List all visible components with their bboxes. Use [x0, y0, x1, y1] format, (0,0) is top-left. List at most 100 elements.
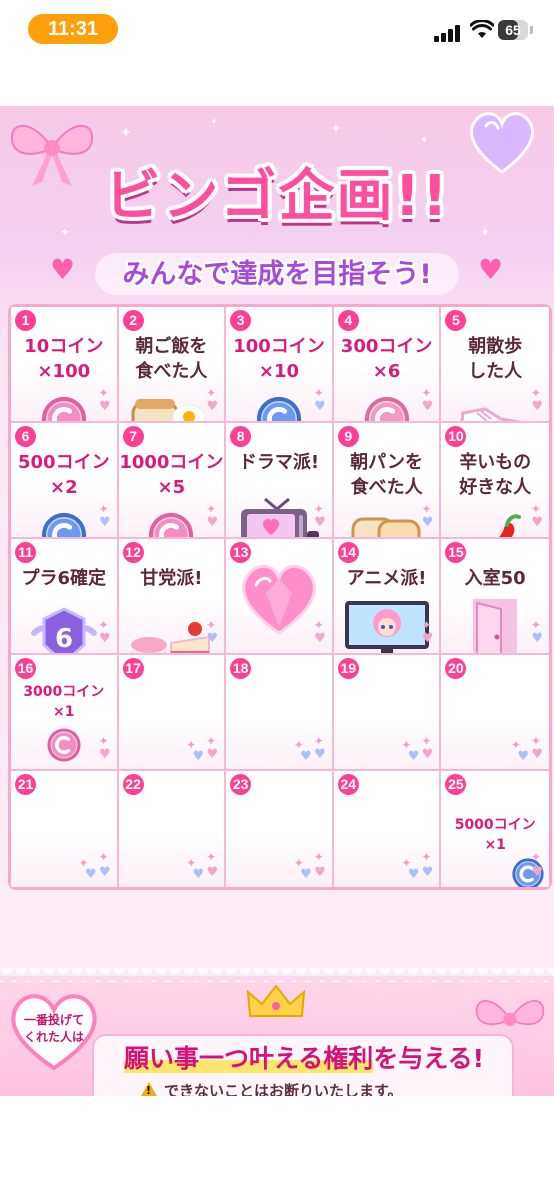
bingo-cell-11: 11 プラ6確定 6 ✦ ♥	[11, 539, 119, 655]
sparkle-icon: ✦	[313, 734, 324, 748]
cellular-signal-icon	[434, 24, 464, 42]
cell-number: 8	[230, 426, 252, 447]
heart-icon: ♥	[421, 399, 434, 414]
cell-text: 甘党派!	[140, 568, 203, 589]
cell-text: 300コイン ×6	[340, 336, 433, 382]
bingo-cell-14: 14 アニメ派! ✦ ♥	[333, 539, 442, 655]
cell-text: 朝散歩 した人	[468, 336, 523, 382]
sparkle-icon: ✦	[313, 850, 324, 864]
heart-icon: ♥	[421, 865, 434, 880]
cell-number: 13	[230, 542, 252, 563]
heart-icon: ♥	[531, 747, 543, 762]
heart-icon: ♥	[98, 631, 111, 646]
cell-number: 19	[337, 658, 359, 679]
cell-text: 1000コイン ×5	[119, 452, 224, 498]
sparkle-icon: ✦	[421, 850, 432, 864]
breakfast-icon	[129, 393, 213, 421]
heart-icon: ♥	[206, 747, 219, 762]
cell-number: 11	[15, 542, 36, 563]
heart-icon: ♥	[98, 515, 111, 530]
cell-number: 2	[122, 310, 144, 331]
bread-icon	[349, 511, 425, 537]
crown-icon	[246, 984, 306, 1017]
cell-text: 朝ご飯を 食べた人	[135, 336, 208, 382]
cell-text: 100コイン ×10	[233, 336, 325, 382]
cell-number: 21	[15, 774, 36, 795]
bingo-cell-10: 10 辛いもの 好きな人 ✦ ♥	[441, 423, 549, 539]
cell-number: 17	[122, 658, 144, 679]
disclaimer-text: できないことはお断りいたします。	[164, 1082, 403, 1096]
heart-icon: ♥	[192, 749, 205, 764]
bingo-cell-4: 4 300コイン ×6 ✦ ♥	[333, 307, 442, 423]
cell-number: 14	[337, 542, 359, 563]
lace-trim	[0, 968, 554, 982]
heart-icon: ♥	[314, 865, 326, 880]
sparkle-icon: ✦	[313, 502, 324, 516]
sparkle-icon: ✦	[210, 117, 219, 128]
heart-icon: ♥	[206, 865, 219, 880]
bingo-cell-19: 19 ✦ ♥ ✦ ♥	[333, 655, 442, 771]
clock[interactable]: 11:31	[28, 14, 118, 44]
warning-icon	[140, 1082, 158, 1096]
cell-number: 18	[230, 658, 252, 679]
bingo-cell-5: 5 朝散歩 した人 ✦ ♥	[441, 307, 549, 423]
cell-text: 10コイン ×100	[24, 336, 104, 382]
cell-text: 辛いもの 好きな人	[459, 452, 532, 498]
door-icon	[467, 595, 523, 653]
sparkle-icon: ✦	[206, 850, 217, 864]
disclaimer: できないことはお断りいたします。	[140, 1080, 440, 1096]
heart-icon: ♥	[206, 515, 219, 530]
cell-number: 9	[337, 426, 359, 447]
cell-number: 15	[445, 542, 467, 563]
sweets-icon	[129, 615, 213, 653]
cell-number: 7	[122, 426, 144, 447]
sparkle-icon: ✦	[421, 386, 432, 400]
sparkle-icon: ✦	[530, 618, 541, 632]
sparkle-icon: ✦	[120, 125, 132, 141]
heart-icon: ♥	[314, 399, 326, 414]
cell-text: 朝パンを 食べた人	[350, 452, 424, 498]
cell-text: プラ6確定	[21, 568, 107, 589]
poster-subtitle: みんなで達成を目指そう!	[122, 259, 432, 290]
reward-text: 願い事一つ叶える権利を与える!	[104, 1039, 504, 1075]
bingo-cell-24: 24 ✦ ♥ ✦ ♥	[333, 771, 442, 887]
bingo-cell-16: 16 3000コイン ×1 ✦ ♥	[11, 655, 119, 771]
bingo-grid: 1 10コイン ×100 ✦ ♥ 2 朝ご飯を 食べた人 ✦ ♥ 3 100コイン ×10 ✦ ♥ 4 3…	[8, 304, 552, 890]
cell-text: 500コイン ×2	[18, 452, 110, 498]
bingo-cell-3: 3 100コイン ×10 ✦ ♥	[226, 307, 334, 423]
bingo-cell-9: 9 朝パンを 食べた人 ✦ ♥	[333, 423, 442, 539]
sparkle-icon: ✦	[421, 618, 432, 632]
battery-icon: 65	[498, 20, 528, 40]
cell-number: 23	[230, 774, 252, 795]
heart-icon: ♥	[531, 631, 543, 646]
bingo-cell-12: 12 甘党派! ✦ ♥	[118, 539, 227, 655]
heart-gem-icon	[236, 561, 322, 637]
cell-number: 1	[15, 310, 36, 331]
sparkle-icon: ✦	[313, 386, 324, 400]
bingo-cell-1: 1 10コイン ×100 ✦ ♥	[11, 307, 119, 423]
cell-number: 12	[122, 542, 144, 563]
heart-icon: ♥	[314, 747, 326, 762]
heart-icon: ♥	[300, 867, 312, 882]
status-bar: 11:31 65	[0, 0, 554, 62]
sneaker-icon	[455, 395, 535, 421]
sparkle-icon: ✦	[206, 618, 217, 632]
sparkle-icon: ✦	[98, 502, 109, 516]
battery-nub	[530, 26, 533, 34]
sparkle-icon: ✦	[98, 734, 109, 748]
heart-icon: ♥	[98, 865, 111, 880]
cell-number: 3	[230, 310, 252, 331]
heart-icon: ♥	[421, 747, 434, 762]
reward-text-post: を与える!	[373, 1044, 484, 1073]
heart-icon: ♥	[314, 631, 326, 646]
cell-number: 24	[337, 774, 359, 795]
heart-icon: ♥	[517, 749, 529, 764]
heart-icon: ♥	[407, 749, 420, 764]
coin-pink-icon	[46, 727, 82, 763]
cell-number: 16	[15, 658, 36, 679]
heart-icon: ♥	[98, 399, 111, 414]
heart-icon: ♥	[84, 867, 97, 882]
cell-text: 3000コイン ×1	[23, 684, 105, 720]
sparkle-icon: ✦	[313, 618, 324, 632]
cell-text: ドラマ派!	[238, 452, 320, 473]
